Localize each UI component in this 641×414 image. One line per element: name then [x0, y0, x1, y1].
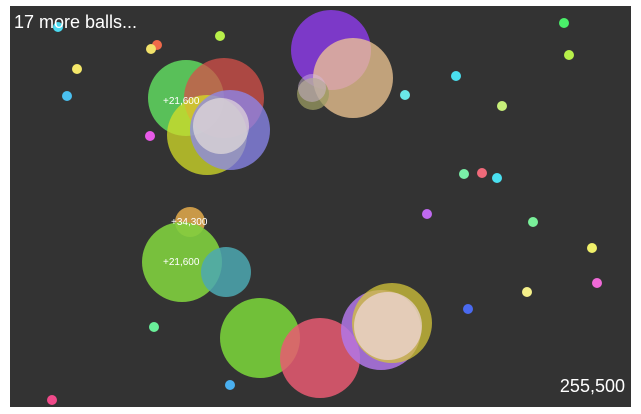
explosions — [142, 10, 432, 398]
explosion-ball — [193, 98, 249, 154]
ball — [146, 44, 156, 54]
score-text: 255,500 — [559, 376, 625, 396]
ball — [492, 173, 502, 183]
ball — [422, 209, 432, 219]
explosion-ball — [201, 247, 251, 297]
ball — [215, 31, 225, 41]
ball — [72, 64, 82, 74]
explosion-ball — [313, 38, 393, 118]
ball — [149, 322, 159, 332]
ball — [522, 287, 532, 297]
remaining-balls-text: 17 more balls... — [14, 12, 138, 32]
score-popup: +21,600 — [163, 257, 200, 268]
game-canvas[interactable]: +21,600 +34,300 +21,600 17 more balls...… — [10, 6, 631, 407]
ball — [459, 169, 469, 179]
ball — [477, 168, 487, 178]
explosion-ball — [354, 292, 422, 360]
ball — [587, 243, 597, 253]
ball-field[interactable]: +21,600 +34,300 +21,600 — [10, 6, 631, 407]
ball — [592, 278, 602, 288]
score-popup: +34,300 — [171, 217, 208, 228]
ball — [497, 101, 507, 111]
explosion-ball — [298, 74, 326, 102]
ball — [559, 18, 569, 28]
ball — [400, 90, 410, 100]
score-popup: +21,600 — [163, 96, 200, 107]
ball — [564, 50, 574, 60]
ball — [528, 217, 538, 227]
ball — [225, 380, 235, 390]
ball — [47, 395, 57, 405]
ball — [62, 91, 72, 101]
ball — [451, 71, 461, 81]
ball — [145, 131, 155, 141]
ball — [463, 304, 473, 314]
